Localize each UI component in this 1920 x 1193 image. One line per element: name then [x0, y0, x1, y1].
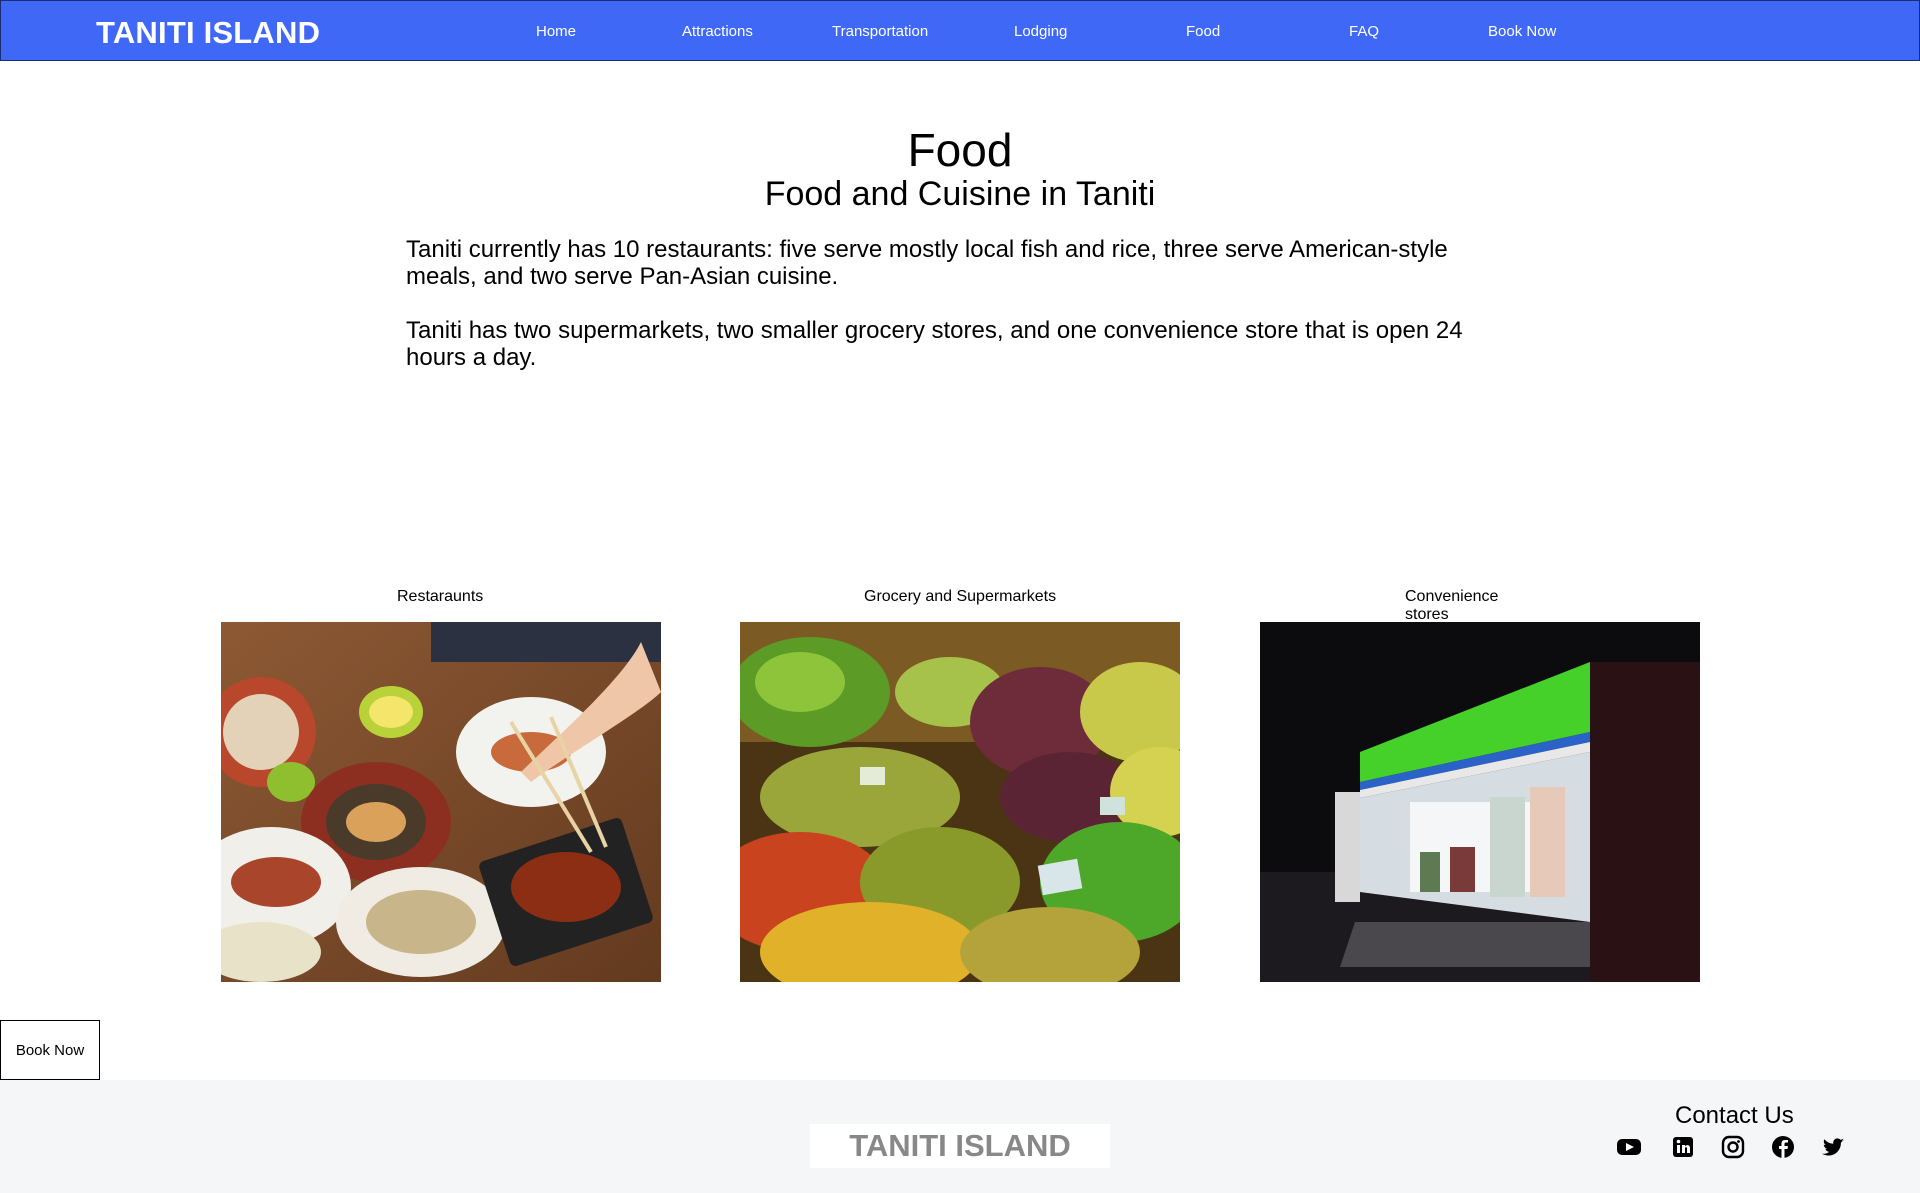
- restaurants-paragraph: Taniti currently has 10 restaurants: fiv…: [406, 236, 1448, 290]
- nav-attractions[interactable]: Attractions: [682, 23, 753, 40]
- card-label-restaurants: Restaraunts: [397, 588, 484, 605]
- page-subtitle: Food and Cuisine in Taniti: [764, 175, 1156, 213]
- instagram-icon[interactable]: [1720, 1134, 1746, 1160]
- nav-food[interactable]: Food: [1186, 23, 1220, 40]
- nav-faq[interactable]: FAQ: [1349, 23, 1379, 40]
- book-now-button[interactable]: Book Now: [0, 1020, 100, 1080]
- contact-us-heading: Contact Us: [1675, 1102, 1794, 1129]
- restaurant-table-photo: [221, 622, 661, 982]
- card-label-convenience: Convenience stores: [1405, 588, 1499, 623]
- card-label-grocery: Grocery and Supermarkets: [864, 588, 1057, 605]
- brand-logo[interactable]: TANITI ISLAND: [96, 15, 320, 51]
- stores-paragraph: Taniti has two supermarkets, two smaller…: [406, 317, 1463, 371]
- nav-transportation[interactable]: Transportation: [832, 23, 928, 40]
- convenience-store-photo: [1260, 622, 1700, 982]
- page-title: Food: [907, 124, 1013, 176]
- top-navbar: TANITI ISLAND Home Attractions Transport…: [0, 0, 1920, 61]
- facebook-icon[interactable]: [1770, 1134, 1796, 1160]
- footer-logo[interactable]: TANITI ISLAND: [810, 1124, 1110, 1168]
- nav-lodging[interactable]: Lodging: [1014, 23, 1067, 40]
- footer: TANITI ISLAND Contact Us: [0, 1080, 1920, 1193]
- twitter-icon[interactable]: [1820, 1134, 1846, 1160]
- nav-home[interactable]: Home: [536, 23, 576, 40]
- linkedin-icon[interactable]: [1670, 1134, 1696, 1160]
- nav-book-now[interactable]: Book Now: [1488, 23, 1556, 40]
- fruit-market-photo: [740, 622, 1180, 982]
- youtube-icon[interactable]: [1616, 1134, 1642, 1160]
